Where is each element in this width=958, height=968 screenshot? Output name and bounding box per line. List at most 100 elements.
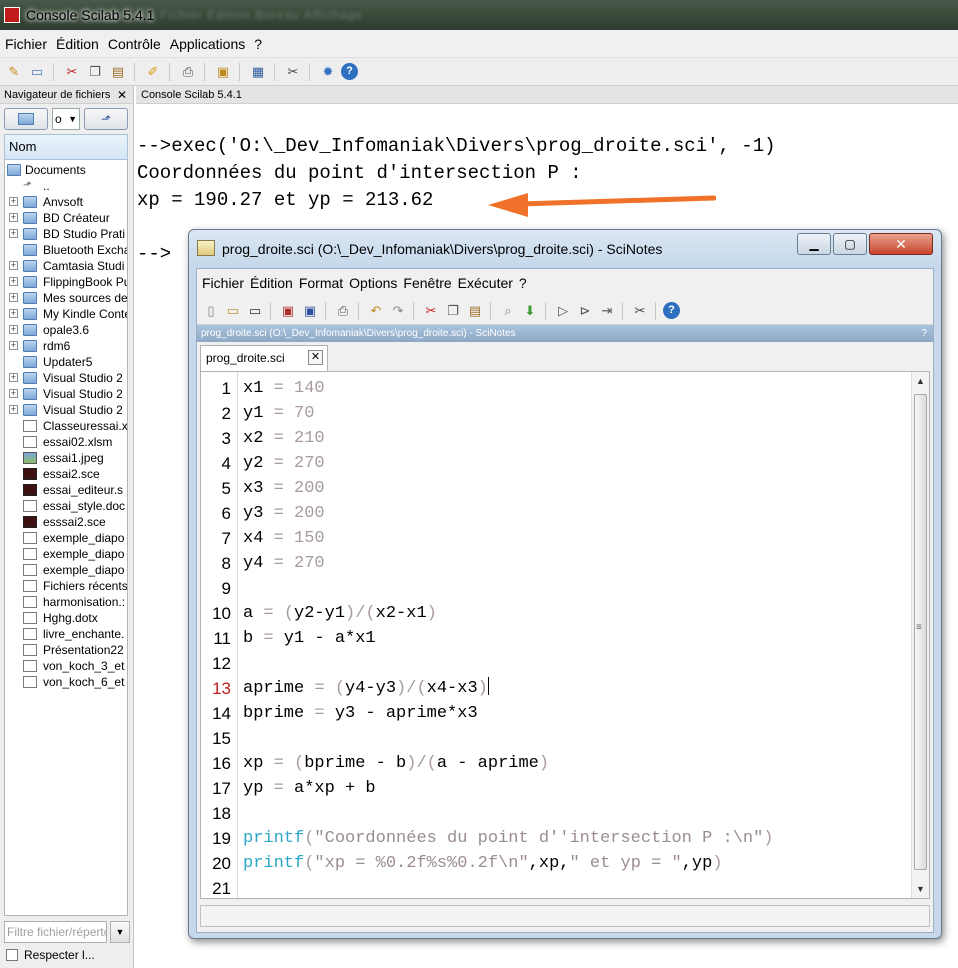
execute-echo-icon[interactable]: ⊳ (575, 301, 595, 321)
code-line[interactable]: x1 = 140 (243, 376, 325, 401)
sn-menu-fenetre[interactable]: Fenêtre (403, 275, 451, 291)
file-tree-item[interactable]: exemple_diapo (5, 530, 127, 546)
file-tree-item[interactable]: essai2.sce (5, 466, 127, 482)
atoms-icon[interactable]: ✹ (318, 62, 338, 82)
code-line[interactable]: y1 = 70 (243, 401, 314, 426)
expand-toggle-icon[interactable]: + (9, 309, 18, 318)
file-tree-item[interactable]: Updater5 (5, 354, 127, 370)
file-tree-item[interactable]: essai1.jpeg (5, 450, 127, 466)
close-tab-icon[interactable]: ✕ (308, 350, 323, 365)
code-line[interactable]: b = y1 - a*x1 (243, 626, 376, 651)
execute-until-icon[interactable]: ⇥ (597, 301, 617, 321)
filter-input[interactable]: Filtre fichier/répertoire (4, 921, 107, 943)
save-icon[interactable]: ▣ (278, 301, 298, 321)
copy-icon[interactable]: ❐ (443, 301, 463, 321)
file-tree-item[interactable]: + opale3.6 (5, 322, 127, 338)
file-tree-item[interactable]: Documents (5, 162, 127, 178)
expand-toggle-icon[interactable]: + (9, 197, 18, 206)
file-tree-item[interactable]: Classeuressai.x (5, 418, 127, 434)
expand-toggle-icon[interactable]: + (9, 341, 18, 350)
file-tree-item[interactable]: + BD Créateur (5, 210, 127, 226)
file-tree-item[interactable]: exemple_diapo (5, 546, 127, 562)
sn-menu-help[interactable]: ? (519, 275, 527, 291)
find-icon[interactable]: ⌕ (498, 301, 518, 321)
save-as-icon[interactable]: ▣ (300, 301, 320, 321)
code-line[interactable]: printf("xp = %0.2f%s%0.2f\n",xp," et yp … (243, 851, 723, 876)
file-tree-item[interactable]: + rdm6 (5, 338, 127, 354)
sn-menu-edition[interactable]: Édition (250, 275, 293, 291)
file-tree-item[interactable]: Présentation22 (5, 642, 127, 658)
undo-icon[interactable]: ↶ (366, 301, 386, 321)
filter-dropdown-button[interactable]: ▼ (110, 921, 130, 943)
maximize-button[interactable]: ▢ (833, 233, 867, 255)
file-tree-item[interactable]: + Anvsoft (5, 194, 127, 210)
load-into-scilab-icon[interactable]: ⬇ (520, 301, 540, 321)
code-line[interactable]: x2 = 210 (243, 426, 325, 451)
file-tree-item[interactable]: essai_editeur.s (5, 482, 127, 498)
sn-menu-fichier[interactable]: Fichier (202, 275, 244, 291)
new-script-icon[interactable]: ✎ (4, 62, 24, 82)
minimize-button[interactable]: ▁ (797, 233, 831, 255)
code-line[interactable]: xp = (bprime - b)/(a - aprime) (243, 751, 549, 776)
file-tree-item[interactable]: essai02.xlsm (5, 434, 127, 450)
variable-browser-icon[interactable]: ▦ (248, 62, 268, 82)
expand-toggle-icon[interactable]: + (9, 373, 18, 382)
menu-edition[interactable]: Édition (55, 36, 100, 52)
sn-menu-options[interactable]: Options (349, 275, 397, 291)
code-line[interactable]: printf("Coordonnées du point d''intersec… (243, 826, 774, 851)
file-tree-item[interactable]: essai_style.doc (5, 498, 127, 514)
editor-tab[interactable]: prog_droite.sci ✕ (200, 345, 328, 371)
open-recent-icon[interactable]: ▭ (245, 301, 265, 321)
sn-menu-executer[interactable]: Exécuter (458, 275, 513, 291)
close-icon[interactable]: ✕ (117, 86, 127, 104)
browse-folder-button[interactable] (4, 108, 48, 130)
file-tree-item[interactable]: + FlippingBook Pu (5, 274, 127, 290)
code-line[interactable]: aprime = (y4-y3)/(x4-x3) (243, 676, 489, 701)
file-tree-item[interactable]: esssai2.sce (5, 514, 127, 530)
file-tree-item[interactable]: harmonisation.: (5, 594, 127, 610)
open-icon[interactable]: ▭ (223, 301, 243, 321)
help-icon[interactable]: ? (341, 63, 358, 80)
change-dir-icon[interactable]: ✐ (143, 62, 163, 82)
demos-icon[interactable]: ✂ (283, 62, 303, 82)
file-tree-item[interactable]: von_koch_3_et (5, 658, 127, 674)
case-sensitive-option[interactable]: Respecter l... (6, 948, 95, 962)
file-tree-item[interactable]: Hghg.dotx (5, 610, 127, 626)
copy-icon[interactable]: ❐ (85, 62, 105, 82)
expand-toggle-icon[interactable]: + (9, 213, 18, 222)
code-line[interactable]: x4 = 150 (243, 526, 325, 551)
file-tree-item[interactable]: ⬏.. (5, 178, 127, 194)
code-line[interactable]: x3 = 200 (243, 476, 325, 501)
execute-icon[interactable]: ▷ (553, 301, 573, 321)
menu-controle[interactable]: Contrôle (107, 36, 162, 52)
file-tree-item[interactable]: + My Kindle Conte (5, 306, 127, 322)
scroll-up-icon[interactable]: ▲ (916, 376, 925, 386)
open-icon[interactable]: ▭ (27, 62, 47, 82)
paste-icon[interactable]: ▤ (465, 301, 485, 321)
print-icon[interactable]: ⎙ (178, 62, 198, 82)
cut-icon[interactable]: ✂ (62, 62, 82, 82)
expand-toggle-icon[interactable]: + (9, 389, 18, 398)
tools-icon[interactable]: ✂ (630, 301, 650, 321)
code-line[interactable]: yp = a*xp + b (243, 776, 376, 801)
code-line[interactable]: a = (y2-y1)/(x2-x1) (243, 601, 437, 626)
file-tree-item[interactable]: + Visual Studio 2 (5, 370, 127, 386)
vertical-scrollbar[interactable]: ▲ ≡ ▼ (911, 372, 929, 898)
print-icon[interactable]: ⎙ (333, 301, 353, 321)
expand-toggle-icon[interactable]: + (9, 405, 18, 414)
expand-toggle-icon[interactable]: + (9, 293, 18, 302)
cut-icon[interactable]: ✂ (421, 301, 441, 321)
code-area[interactable]: x1 = 140 y1 = 70 x2 = 210 y2 = 270 x3 = 200 y… (241, 372, 911, 898)
file-tree-item[interactable]: Fichiers récents (5, 578, 127, 594)
help-icon[interactable]: ? (663, 302, 680, 319)
sn-menu-format[interactable]: Format (299, 275, 343, 291)
path-help-icon[interactable]: ? (921, 325, 927, 342)
file-tree-item[interactable]: + Visual Studio 2 (5, 386, 127, 402)
close-button[interactable]: ✕ (869, 233, 933, 255)
console-tab[interactable]: Console Scilab 5.4.1 (136, 86, 958, 104)
scroll-down-icon[interactable]: ▼ (916, 884, 925, 894)
clear-console-icon[interactable]: ▣ (213, 62, 233, 82)
file-tree-item[interactable]: exemple_diapo (5, 562, 127, 578)
expand-toggle-icon[interactable]: + (9, 229, 18, 238)
file-tree-item[interactable]: + Visual Studio 2 (5, 402, 127, 418)
